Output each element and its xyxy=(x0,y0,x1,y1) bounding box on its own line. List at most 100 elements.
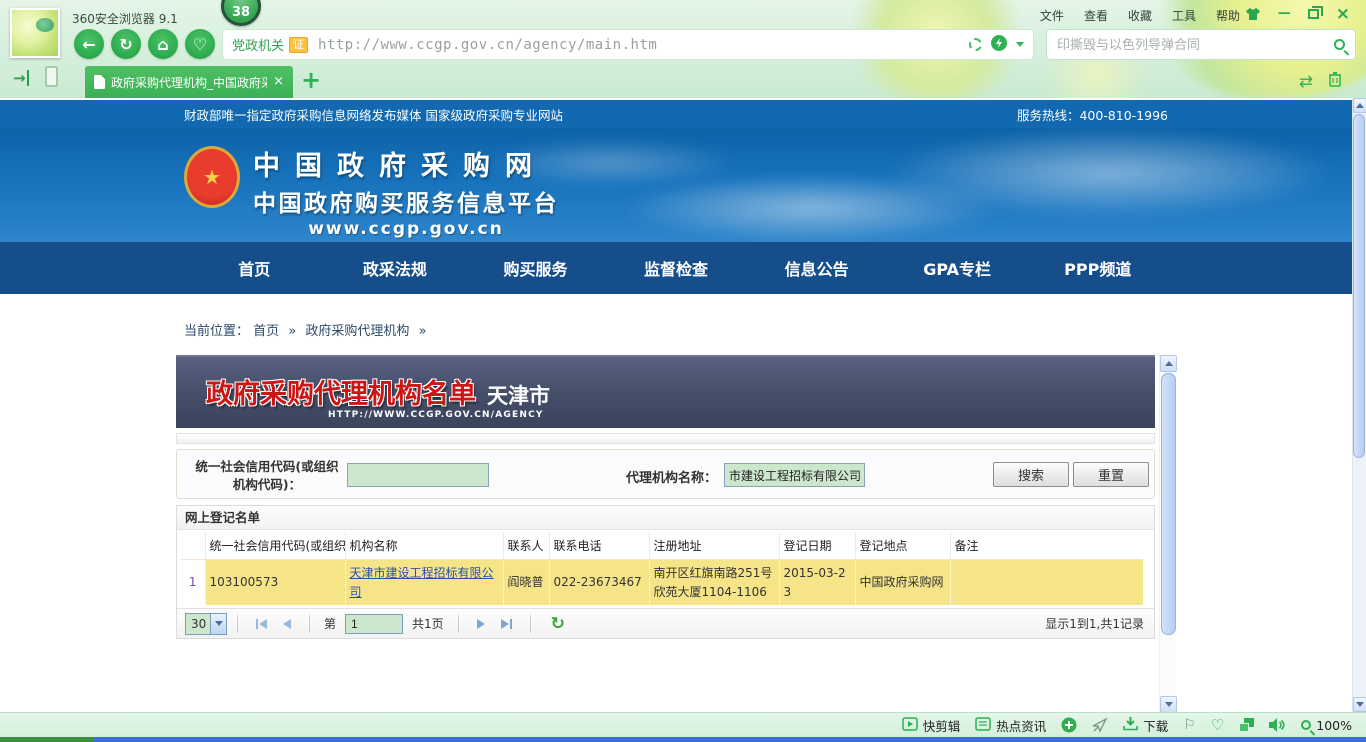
status-bar: 快剪辑 热点资讯 下载 ⚐ ♡ 100% xyxy=(0,712,1366,737)
main-nav: 首页 政采法规 购买服务 监督检查 信息公告 GPA专栏 PPP频道 xyxy=(0,242,1352,294)
scroll-up-icon[interactable] xyxy=(1160,355,1177,372)
address-bar-icons xyxy=(969,35,1024,54)
row-phone: 022-23673467 xyxy=(549,560,649,606)
zoom-control[interactable]: 100% xyxy=(1301,718,1352,733)
nav-regulations[interactable]: 政采法规 xyxy=(325,242,466,294)
search-button[interactable]: 搜索 xyxy=(993,462,1069,487)
menu-view[interactable]: 查看 xyxy=(1084,7,1108,24)
nav-purchase-service[interactable]: 购买服务 xyxy=(465,242,606,294)
download-icon xyxy=(1123,716,1138,734)
speaker-icon[interactable] xyxy=(1269,718,1286,732)
flag-icon[interactable]: ⚐ xyxy=(1183,717,1196,733)
windows-stack-icon[interactable] xyxy=(1239,718,1254,732)
nav-announcements[interactable]: 信息公告 xyxy=(746,242,887,294)
tab-actions: ⇄ xyxy=(1299,71,1342,92)
service-hotline: 服务热线：400-810-1996 xyxy=(1017,105,1168,124)
cloud-art xyxy=(880,128,1340,218)
agency-link[interactable]: 天津市建设工程招标有限公司 xyxy=(350,566,494,599)
row-date: 2015-03-23 xyxy=(779,560,855,606)
col-contact: 联系人 xyxy=(503,532,549,560)
search-icon[interactable] xyxy=(1334,39,1345,50)
cloud-art xyxy=(480,138,740,188)
nav-ppp[interactable]: PPP频道 xyxy=(1027,242,1168,294)
close-icon[interactable]: × xyxy=(1336,8,1350,20)
breadcrumb: 当前位置： 首页 » 政府采购代理机构 » xyxy=(176,320,1176,339)
screenshot-icon[interactable] xyxy=(969,38,982,51)
url-input[interactable] xyxy=(318,37,969,53)
breadcrumb-separator: » xyxy=(419,324,427,339)
windows-taskbar[interactable] xyxy=(0,737,1366,742)
refresh-icon[interactable]: ↻ xyxy=(111,29,141,59)
quick-clip-icon xyxy=(902,717,918,734)
agency-list-frame: 政府采购代理机构名单 天津市 HTTP://WWW.CCGP.GOV.CN/AG… xyxy=(176,355,1176,639)
scroll-down-icon[interactable] xyxy=(1160,696,1177,712)
mobile-view-icon[interactable] xyxy=(45,66,58,87)
download-button[interactable]: 下载 xyxy=(1123,716,1168,735)
nav-supervision[interactable]: 监督检查 xyxy=(606,242,747,294)
chevron-down-icon xyxy=(210,614,226,634)
quick-clip-button[interactable]: 快剪辑 xyxy=(902,716,961,735)
agency-table: 统一社会信用代码(或组织 机构名称 联系人 联系电话 注册地址 登记日期 登记地… xyxy=(181,532,1143,605)
page-size-select[interactable]: 30 xyxy=(185,613,227,635)
chevron-down-icon[interactable] xyxy=(1016,42,1024,47)
hot-news-button[interactable]: 热点资讯 xyxy=(975,716,1046,735)
row-remark xyxy=(950,560,1143,606)
browser-scrollbar-thumb[interactable] xyxy=(1353,114,1365,458)
divider-strip xyxy=(176,433,1155,444)
total-pages: 共1页 xyxy=(412,615,444,632)
notification-badge[interactable]: 38 xyxy=(221,0,261,26)
search-form: 统一社会信用代码(或组织 机构代码)： 代理机构名称： 搜索 重置 xyxy=(176,449,1155,499)
home-icon[interactable]: ⌂ xyxy=(148,29,178,59)
taskbar-segment xyxy=(0,737,94,742)
national-emblem-icon: ★ xyxy=(184,146,240,208)
back-icon[interactable]: ← xyxy=(74,29,104,59)
add-circle-icon[interactable] xyxy=(1061,717,1077,733)
speed-mode-icon[interactable] xyxy=(991,35,1007,54)
nav-home[interactable]: 首页 xyxy=(184,242,325,294)
reload-list-icon[interactable]: ↻ xyxy=(551,614,565,634)
code-input[interactable] xyxy=(347,463,489,487)
address-bar[interactable]: 党政机关 证 xyxy=(222,29,1034,60)
browser-search-box[interactable] xyxy=(1046,29,1356,60)
sidebar-toggle-icon[interactable]: → xyxy=(13,70,29,86)
menu-help[interactable]: 帮助 xyxy=(1216,7,1240,24)
col-remark: 备注 xyxy=(950,532,1143,560)
new-tab-icon[interactable]: + xyxy=(301,68,321,92)
frame-scrollbar[interactable] xyxy=(1159,355,1176,712)
tab-close-icon[interactable]: × xyxy=(273,76,284,88)
agency-name-input[interactable] xyxy=(724,463,865,487)
breadcrumb-home-link[interactable]: 首页 xyxy=(253,324,279,339)
tab-title: 政府采购代理机构_中国政府采 xyxy=(111,74,267,91)
nav-gpa[interactable]: GPA专栏 xyxy=(887,242,1028,294)
browser-search-input[interactable] xyxy=(1057,37,1334,52)
minimize-icon[interactable]: — xyxy=(1278,6,1291,21)
scroll-up-icon[interactable] xyxy=(1353,98,1366,113)
page-number-input[interactable] xyxy=(345,614,403,634)
tab-active[interactable]: 政府采购代理机构_中国政府采 × xyxy=(85,66,293,98)
swap-tabs-icon[interactable]: ⇄ xyxy=(1299,72,1313,92)
col-index xyxy=(181,532,205,560)
skin-icon[interactable] xyxy=(1245,7,1261,21)
heart-icon[interactable]: ♡ xyxy=(1211,716,1224,734)
menu-tools[interactable]: 工具 xyxy=(1172,7,1196,24)
first-page-icon[interactable] xyxy=(256,619,267,629)
prev-page-icon[interactable] xyxy=(283,619,291,629)
frame-scrollbar-thumb[interactable] xyxy=(1161,373,1176,635)
trash-icon[interactable] xyxy=(1328,71,1342,92)
browser-logo[interactable] xyxy=(10,8,60,58)
site-category-label: 党政机关 xyxy=(232,35,284,54)
page-slogan: 财政部唯一指定政府采购信息网络发布媒体 国家级政府采购专业网站 xyxy=(184,105,563,124)
menu-favorites[interactable]: 收藏 xyxy=(1128,7,1152,24)
reset-button[interactable]: 重置 xyxy=(1073,462,1149,487)
menu-bar: 文件 查看 收藏 工具 帮助 xyxy=(1040,7,1240,24)
next-page-icon[interactable] xyxy=(477,619,485,629)
last-page-icon[interactable] xyxy=(501,619,512,629)
browser-scrollbar[interactable] xyxy=(1352,98,1366,712)
row-place: 中国政府采购网 xyxy=(855,560,950,606)
menu-file[interactable]: 文件 xyxy=(1040,7,1064,24)
favorite-icon[interactable]: ♡ xyxy=(185,29,215,59)
breadcrumb-current-link[interactable]: 政府采购代理机构 xyxy=(305,324,409,339)
maximize-icon[interactable] xyxy=(1308,9,1319,19)
game-accelerator-icon[interactable] xyxy=(1092,717,1108,733)
scroll-down-icon[interactable] xyxy=(1353,697,1366,712)
